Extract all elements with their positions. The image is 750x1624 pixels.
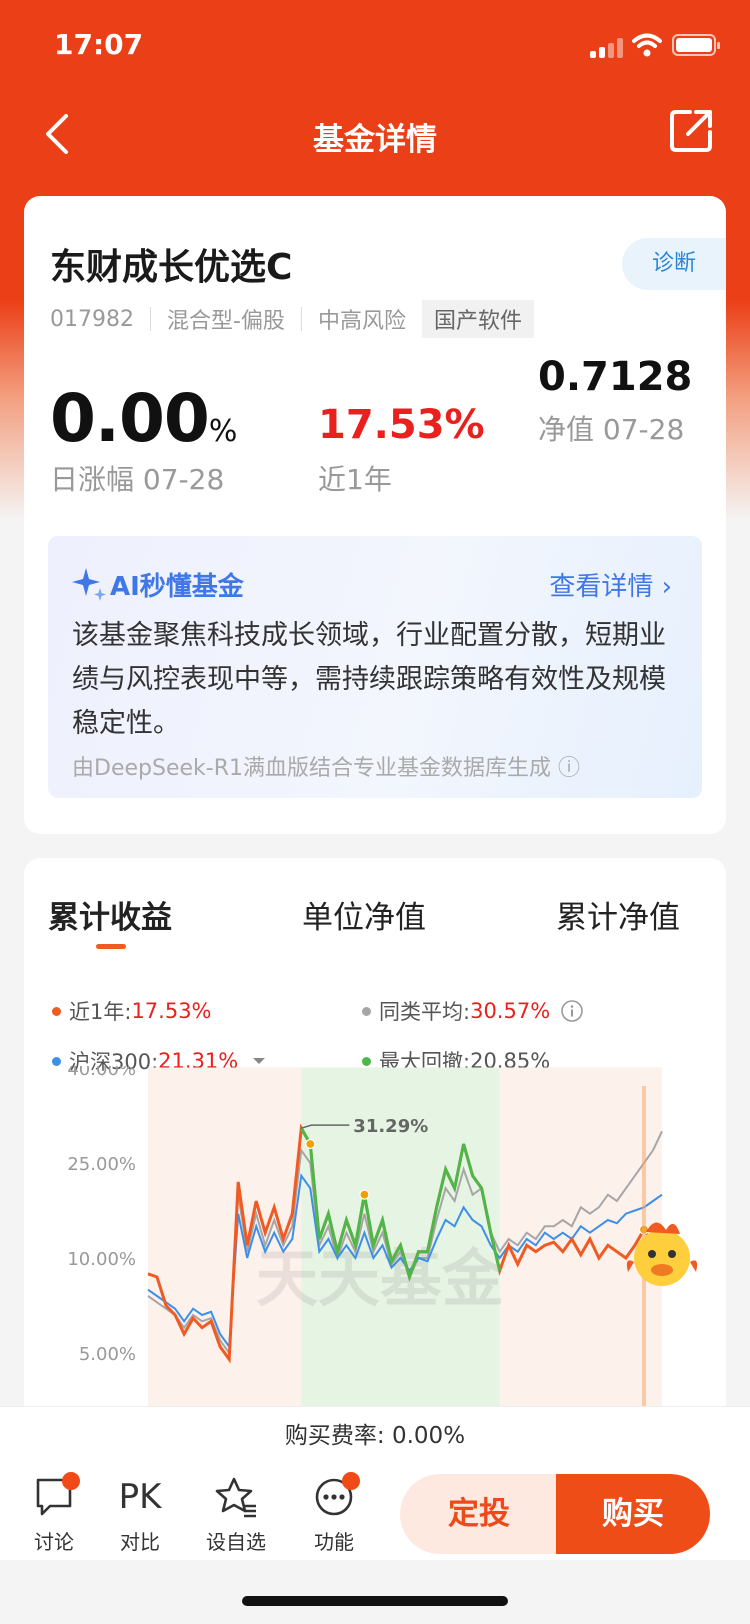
ai-description: 该基金聚焦科技成长领域，行业配置分散，短期业绩与风控表现中等，需持续跟踪策略有效… [72,620,666,739]
y-tick-label: 25.00% [67,1154,136,1175]
fund-meta: 017982 混合型-偏股 中高风险 国产软件 [50,300,534,338]
sparkle-icon [72,568,106,601]
home-indicator [242,1596,508,1606]
tab-cumulative-nav[interactable]: 累计净值 [556,892,680,937]
status-bar: 17:07 [0,0,750,90]
ai-summary-panel: AI秒懂基金 查看详情 › 该基金聚焦科技成长领域，行业配置分散，短期业绩与风控… [48,536,702,798]
nav-label: 净值 07-28 [538,413,685,446]
fund-code: 017982 [50,306,134,332]
buy-button[interactable]: 购买 [556,1474,710,1554]
ai-source-note[interactable]: 由DeepSeek-R1满血版结合专业基金数据库生成 ⓘ [72,750,580,782]
legend-fund: 近1年: 17.53% [52,996,212,1026]
cellular-signal-icon [590,38,626,58]
wifi-icon [632,33,662,57]
info-icon[interactable] [560,999,584,1023]
active-tab-indicator [96,944,126,949]
view-details-link[interactable]: 查看详情 › [549,566,672,603]
bottom-toolbar: 讨论 PK 对比 设自选 功能 定投 购买 [0,1464,750,1560]
watermark: 天天基金 [256,1242,505,1315]
fund-summary-card: 东财成长优选C 诊断 017982 混合型-偏股 中高风险 国产软件 0.00%… [24,196,726,834]
trade-marker [305,1138,316,1150]
y-tick-label: 5.00% [79,1344,136,1365]
page-title: 基金详情 [313,122,437,158]
tab-unit-nav[interactable]: 单位净值 [302,892,426,937]
star-icon [215,1477,256,1518]
legend-dot [52,1056,61,1066]
tab-cumulative-return[interactable]: 累计收益 [48,892,172,937]
diagnose-button[interactable]: 诊断 [622,238,726,290]
legend-peer-average: 同类平均: 30.57% [362,996,584,1026]
daily-change-label: 日涨幅 07-28 [50,463,225,496]
trade-marker [359,1189,370,1200]
status-time: 17:07 [54,28,144,61]
legend-dot [362,1006,371,1016]
pk-icon: PK [118,1477,162,1517]
y-tick-label: 10.00% [67,1249,136,1270]
risk-level: 中高风险 [317,309,406,334]
fund-name: 东财成长优选C [50,247,293,288]
legend-dot [52,1006,61,1016]
peak-annotation: 31.29% [353,1116,428,1137]
year-return: 17.53% [318,402,485,448]
dropdown-caret-icon[interactable] [252,1056,266,1066]
notification-dot [342,1472,360,1490]
compare-button[interactable]: PK 对比 [100,1472,180,1555]
battery-icon [672,34,720,56]
divider [300,307,302,331]
navigation-bar: 基金详情 [0,96,750,176]
year-return-label: 近1年 [318,463,392,496]
share-icon[interactable] [668,106,716,154]
functions-button[interactable]: 功能 [294,1472,374,1555]
ai-title: AI秒懂基金 [110,572,244,602]
divider [149,307,151,331]
notification-dot [62,1472,80,1490]
theme-tag[interactable]: 国产软件 [421,300,534,338]
legend-dot [362,1056,371,1066]
add-to-watchlist-button[interactable]: 设自选 [196,1472,276,1555]
nav-value: 0.7128 [538,354,693,400]
purchase-fee: 购买费率: 0.00% [0,1406,750,1464]
return-chart[interactable]: 40.00% 25.00% 10.00% 5.00% 天天基金 31.29% [24,1066,726,1418]
fund-type: 混合型-偏股 [166,309,285,334]
discuss-button[interactable]: 讨论 [14,1472,94,1555]
performance-card: 累计收益 单位净值 累计净值 近1年: 17.53% 同类平均: 30.57% 沪深… [24,858,726,1418]
auto-invest-button[interactable]: 定投 [400,1474,558,1554]
daily-change: 0.00% [50,380,237,457]
y-tick-label: 40.00% [67,1066,136,1080]
